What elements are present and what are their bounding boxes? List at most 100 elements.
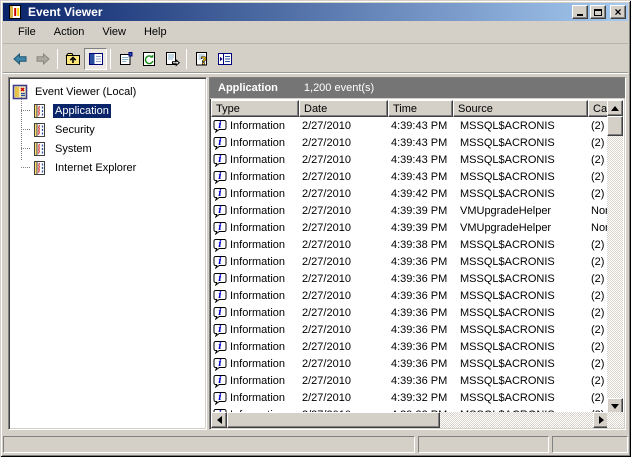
status-panel-1 bbox=[3, 436, 415, 453]
information-icon: i bbox=[213, 221, 227, 235]
forward-arrow-icon bbox=[35, 51, 51, 67]
menu-bar: File Action View Help bbox=[3, 21, 628, 44]
arrow-left-icon bbox=[217, 416, 222, 424]
vertical-scrollbar[interactable] bbox=[607, 100, 624, 414]
tree-children: Application Security System Inte bbox=[11, 101, 206, 177]
arrow-right-icon bbox=[599, 416, 604, 424]
tree-item-internet-explorer[interactable]: Internet Explorer bbox=[11, 158, 206, 177]
close-button[interactable]: × bbox=[610, 5, 626, 19]
information-icon: i bbox=[213, 357, 227, 371]
svg-text:i: i bbox=[218, 359, 222, 369]
vertical-scroll-track[interactable] bbox=[607, 136, 623, 398]
properties-icon bbox=[118, 51, 134, 67]
tree-item-application[interactable]: Application bbox=[11, 101, 206, 120]
close-icon: × bbox=[614, 7, 621, 17]
window-title: Event Viewer bbox=[28, 5, 570, 19]
horizontal-scroll-thumb[interactable] bbox=[227, 412, 440, 428]
toolbar-show-hide-console-tree-button[interactable] bbox=[84, 48, 107, 70]
event-viewer-root-icon bbox=[12, 84, 28, 100]
event-log-icon bbox=[32, 141, 48, 157]
svg-text:i: i bbox=[218, 206, 222, 216]
event-row[interactable]: iInformation 2/27/2010 4:39:32 PM MSSQL$… bbox=[211, 389, 609, 406]
information-icon: i bbox=[213, 289, 227, 303]
svg-text:i: i bbox=[218, 308, 222, 318]
event-row[interactable]: iInformation 2/27/2010 4:39:36 PM MSSQL$… bbox=[211, 253, 609, 270]
event-row[interactable]: iInformation 2/27/2010 4:39:43 PM MSSQL$… bbox=[211, 134, 609, 151]
event-row[interactable]: iInformation 2/27/2010 4:39:39 PM VMUpgr… bbox=[211, 202, 609, 219]
event-row[interactable]: iInformation 2/27/2010 4:39:38 PM MSSQL$… bbox=[211, 236, 609, 253]
toolbar-export-list-button[interactable] bbox=[160, 48, 183, 70]
svg-text:i: i bbox=[218, 376, 222, 386]
menu-item-action[interactable]: Action bbox=[45, 23, 94, 41]
toolbar-separator bbox=[186, 49, 187, 69]
information-icon: i bbox=[213, 204, 227, 218]
horizontal-scrollbar[interactable] bbox=[211, 412, 609, 428]
event-viewer-window: Event Viewer × File Action View Help bbox=[0, 0, 631, 457]
scroll-left-button[interactable] bbox=[211, 412, 227, 428]
event-row[interactable]: iInformation 2/27/2010 4:39:36 PM MSSQL$… bbox=[211, 287, 609, 304]
toolbar-separator bbox=[57, 49, 58, 69]
information-icon: i bbox=[213, 306, 227, 320]
column-headers: Type Date Time Source Category bbox=[211, 100, 609, 117]
scroll-up-button[interactable] bbox=[607, 100, 623, 116]
event-row[interactable]: iInformation 2/27/2010 4:39:43 PM MSSQL$… bbox=[211, 168, 609, 185]
toolbar-help-button[interactable]: ? bbox=[190, 48, 213, 70]
menu-item-file[interactable]: File bbox=[9, 23, 45, 41]
menu-item-help[interactable]: Help bbox=[135, 23, 176, 41]
event-row[interactable]: iInformation 2/27/2010 4:39:36 PM MSSQL$… bbox=[211, 338, 609, 355]
toolbar-up-one-level-button[interactable] bbox=[61, 48, 84, 70]
event-log-icon bbox=[32, 103, 48, 119]
tree-item-system[interactable]: System bbox=[11, 139, 206, 158]
svg-text:?: ? bbox=[200, 54, 206, 66]
event-row[interactable]: iInformation 2/27/2010 4:39:36 PM MSSQL$… bbox=[211, 304, 609, 321]
svg-text:i: i bbox=[218, 342, 222, 352]
tree-root-event-viewer-local[interactable]: Event Viewer (Local) bbox=[11, 82, 206, 101]
event-row[interactable]: iInformation 2/27/2010 4:39:36 PM MSSQL$… bbox=[211, 372, 609, 389]
information-icon: i bbox=[213, 187, 227, 201]
toolbar-forward-button[interactable] bbox=[31, 48, 54, 70]
event-row[interactable]: iInformation 2/27/2010 4:39:36 PM MSSQL$… bbox=[211, 270, 609, 287]
menu-item-view[interactable]: View bbox=[93, 23, 135, 41]
result-pane: Application 1,200 event(s) Type Date Tim… bbox=[209, 77, 626, 430]
toolbar-separator bbox=[110, 49, 111, 69]
event-row[interactable]: iInformation 2/27/2010 4:39:42 PM MSSQL$… bbox=[211, 185, 609, 202]
information-icon: i bbox=[213, 170, 227, 184]
svg-text:i: i bbox=[218, 257, 222, 267]
maximize-button[interactable] bbox=[590, 5, 606, 19]
event-rows: iInformation 2/27/2010 4:39:43 PM MSSQL$… bbox=[211, 117, 609, 414]
column-header-source[interactable]: Source bbox=[453, 100, 588, 117]
arrow-up-icon bbox=[611, 106, 619, 111]
toolbar-properties-button[interactable] bbox=[114, 48, 137, 70]
event-viewer-app-icon bbox=[7, 4, 23, 20]
svg-text:i: i bbox=[218, 155, 222, 165]
horizontal-scroll-track[interactable] bbox=[440, 412, 593, 428]
event-log-icon bbox=[32, 122, 48, 138]
column-header-type[interactable]: Type bbox=[211, 100, 299, 117]
column-header-date[interactable]: Date bbox=[299, 100, 388, 117]
tree-item-security[interactable]: Security bbox=[11, 120, 206, 139]
column-header-category[interactable]: Category bbox=[588, 100, 609, 117]
refresh-icon bbox=[141, 51, 157, 67]
event-row[interactable]: iInformation 2/27/2010 4:39:39 PM VMUpgr… bbox=[211, 219, 609, 236]
status-panel-3 bbox=[552, 436, 628, 453]
information-icon: i bbox=[213, 136, 227, 150]
toolbar-refresh-button[interactable] bbox=[137, 48, 160, 70]
column-header-time[interactable]: Time bbox=[388, 100, 453, 117]
minimize-icon bbox=[577, 14, 583, 16]
export-list-icon bbox=[164, 51, 180, 67]
title-bar[interactable]: Event Viewer × bbox=[3, 3, 628, 21]
event-row[interactable]: iInformation 2/27/2010 4:39:36 PM MSSQL$… bbox=[211, 355, 609, 372]
information-icon: i bbox=[213, 153, 227, 167]
toolbar-back-button[interactable] bbox=[8, 48, 31, 70]
vertical-scroll-thumb[interactable] bbox=[607, 116, 623, 136]
information-icon: i bbox=[213, 272, 227, 286]
back-arrow-icon bbox=[12, 51, 28, 67]
minimize-button[interactable] bbox=[572, 5, 588, 19]
event-row[interactable]: iInformation 2/27/2010 4:39:43 PM MSSQL$… bbox=[211, 117, 609, 134]
toolbar-show-hide-detail-pane-button[interactable] bbox=[213, 48, 236, 70]
arrow-down-icon bbox=[611, 404, 619, 409]
svg-text:i: i bbox=[218, 121, 222, 131]
information-icon: i bbox=[213, 340, 227, 354]
event-row[interactable]: iInformation 2/27/2010 4:39:43 PM MSSQL$… bbox=[211, 151, 609, 168]
event-row[interactable]: iInformation 2/27/2010 4:39:36 PM MSSQL$… bbox=[211, 321, 609, 338]
